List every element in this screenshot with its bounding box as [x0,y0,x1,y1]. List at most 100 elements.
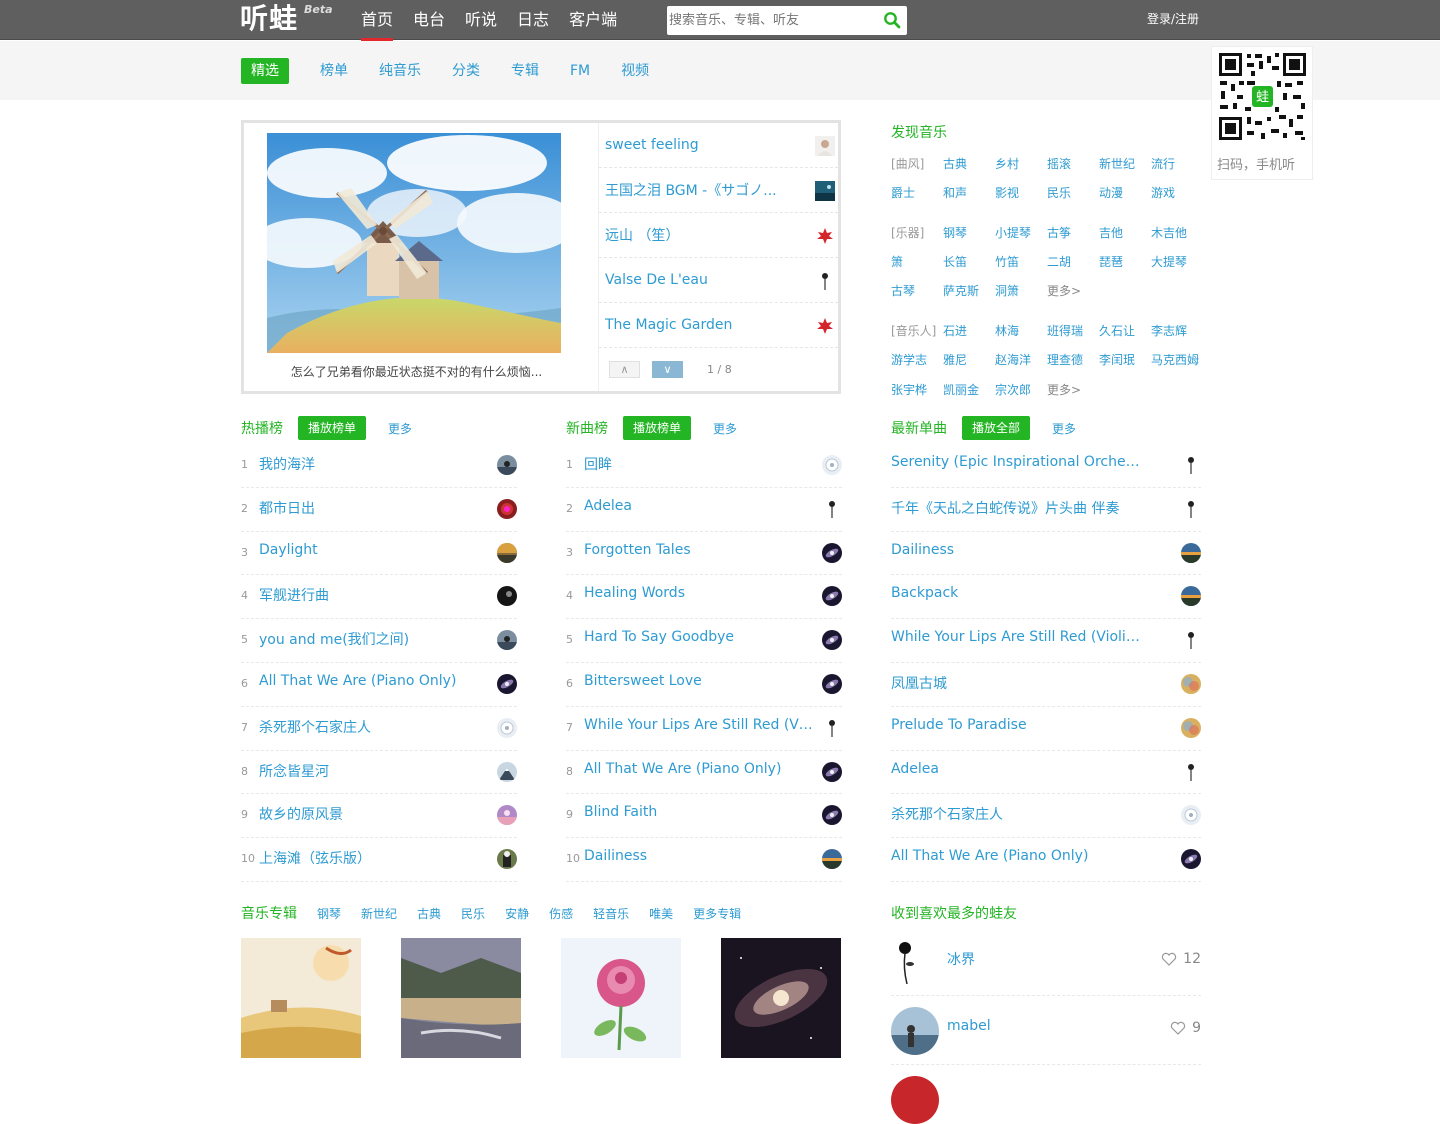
list-item[interactable]: 1 回眸 [566,444,842,488]
featured-item-title[interactable]: The Magic Garden [605,317,785,333]
instrument-tag[interactable]: 小提琴 [995,224,1031,241]
song-title[interactable]: While Your Lips Are Still Red (Violi... [584,717,814,733]
pager-next-button[interactable]: ∨ [652,361,683,378]
galaxy-thumb-icon[interactable] [822,586,842,607]
horizon-thumb-icon[interactable] [822,849,842,870]
artist-tag[interactable]: 张宇桦 [891,381,927,398]
album-cover[interactable] [241,938,361,1058]
instrument-tag[interactable]: 竹笛 [995,253,1019,270]
instrument-tag[interactable]: 古琴 [891,282,915,299]
subnav-video[interactable]: 视频 [621,58,649,84]
song-title[interactable]: you and me(我们之间) [259,629,489,649]
nav-journal[interactable]: 日志 [517,0,549,40]
avatar[interactable] [891,1076,939,1124]
artist-tag[interactable]: 久石让 [1099,322,1135,339]
instrument-tag[interactable]: 长笛 [943,253,967,270]
artist-tag[interactable]: 理查德 [1047,351,1083,368]
instrument-more-link[interactable]: 更多> [1047,282,1081,299]
instrument-tag[interactable]: 古筝 [1047,224,1071,241]
album-cover[interactable] [721,938,841,1058]
genre-tag[interactable]: 和声 [943,184,967,201]
subnav-pure-music[interactable]: 纯音乐 [379,58,421,84]
song-title[interactable]: Prelude To Paradise [891,717,1141,733]
login-register-link[interactable]: 登录/注册 [1147,10,1199,27]
instrument-tag[interactable]: 二胡 [1047,253,1071,270]
genre-tag[interactable]: 摇滚 [1047,155,1071,172]
instrument-tag[interactable]: 洞箫 [995,282,1019,299]
gold-thumb-icon[interactable] [1181,673,1201,694]
song-title[interactable]: Forgotten Tales [584,542,814,558]
song-title[interactable]: Adelea [584,498,814,514]
rose-thumb-icon[interactable] [1181,498,1201,519]
list-item[interactable]: 杀死那个石家庄人 [891,794,1201,839]
subnav-charts[interactable]: 榜单 [320,58,348,84]
artist-more-link[interactable]: 更多> [1047,381,1081,398]
subnav-fm[interactable]: FM [570,58,590,84]
album-tag[interactable]: 古典 [417,905,441,922]
list-item[interactable]: 千年《天乩之白蛇传说》片头曲 伴奏 [891,488,1201,532]
horizon-thumb-icon[interactable] [1181,542,1201,563]
site-logo[interactable]: 听蛙 [240,2,298,36]
artist-tag[interactable]: 赵海洋 [995,351,1031,368]
hot-more-link[interactable]: 更多 [388,420,412,437]
featured-item[interactable]: 远山 （笙） [599,213,838,258]
list-item[interactable]: 1 我的海洋 [241,444,517,488]
latest-more-link[interactable]: 更多 [1052,420,1076,437]
genre-tag[interactable]: 新世纪 [1099,155,1135,172]
gold-thumb-icon[interactable] [1181,717,1201,738]
list-item[interactable]: Serenity (Epic Inspirational Orchestral.… [891,444,1201,488]
song-title[interactable]: 凤凰古城 [891,673,1141,693]
song-title[interactable]: Backpack [891,585,1141,601]
list-item[interactable]: 3 Forgotten Tales [566,532,842,576]
fan-item[interactable]: 冰界 12 [891,938,1201,998]
instrument-tag[interactable]: 吉他 [1099,224,1123,241]
song-title[interactable]: 千年《天乩之白蛇传说》片头曲 伴奏 [891,498,1141,518]
rose-thumb-icon[interactable] [1181,761,1201,782]
new-more-link[interactable]: 更多 [713,420,737,437]
search-icon[interactable] [883,11,901,29]
mountain-thumb-icon[interactable] [497,761,517,782]
fan-name[interactable]: 冰界 [947,949,975,969]
list-item[interactable]: 6 All That We Are (Piano Only) [241,663,517,707]
featured-cover-image[interactable] [267,133,561,353]
rose-thumb-icon[interactable] [822,717,842,738]
subnav-albums[interactable]: 专辑 [511,58,539,84]
song-title[interactable]: Dailiness [584,848,814,864]
sky-thumb-icon[interactable] [497,630,517,651]
list-item[interactable]: 5 you and me(我们之间) [241,619,517,663]
galaxy-thumb-icon[interactable] [822,630,842,651]
galaxy-thumb-icon[interactable] [822,761,842,782]
genre-tag[interactable]: 乡村 [995,155,1019,172]
song-title[interactable]: Blind Faith [584,804,814,820]
list-item[interactable]: 2 都市日出 [241,488,517,532]
latest-play-all-button[interactable]: 播放全部 [962,416,1031,440]
list-item[interactable]: All That We Are (Piano Only) [891,838,1201,882]
genre-tag[interactable]: 动漫 [1099,184,1123,201]
instrument-tag[interactable]: 萨克斯 [943,282,979,299]
album-tag[interactable]: 新世纪 [361,905,397,922]
list-item[interactable]: 9 故乡的原风景 [241,794,517,839]
artist-tag[interactable]: 马克西姆 [1151,351,1199,368]
song-title[interactable]: 回眸 [584,454,814,474]
list-item[interactable]: While Your Lips Are Still Red (Violin V.… [891,619,1201,663]
song-title[interactable]: Dailiness [891,542,1141,558]
song-title[interactable]: 我的海洋 [259,454,489,474]
fan-item[interactable]: mabel 9 [891,1007,1201,1067]
album-tag[interactable]: 钢琴 [317,905,341,922]
artist-tag[interactable]: 石进 [943,322,967,339]
list-item[interactable]: 7 杀死那个石家庄人 [241,707,517,751]
galaxy-thumb-icon[interactable] [822,542,842,563]
list-item[interactable]: 2 Adelea [566,488,842,532]
flower-thumb-icon[interactable] [1181,805,1201,826]
featured-item-title[interactable]: Valse De L'eau [605,272,785,288]
song-title[interactable]: All That We Are (Piano Only) [584,761,814,777]
song-title[interactable]: 杀死那个石家庄人 [891,804,1141,824]
galaxy-thumb-icon[interactable] [822,805,842,826]
song-title[interactable]: 军舰进行曲 [259,585,489,605]
genre-tag[interactable]: 游戏 [1151,184,1175,201]
list-item[interactable]: Backpack [891,575,1201,620]
song-title[interactable]: Bittersweet Love [584,673,814,689]
song-title[interactable]: Hard To Say Goodbye [584,629,814,645]
album-tag[interactable]: 安静 [505,905,529,922]
avatar[interactable] [891,938,939,986]
